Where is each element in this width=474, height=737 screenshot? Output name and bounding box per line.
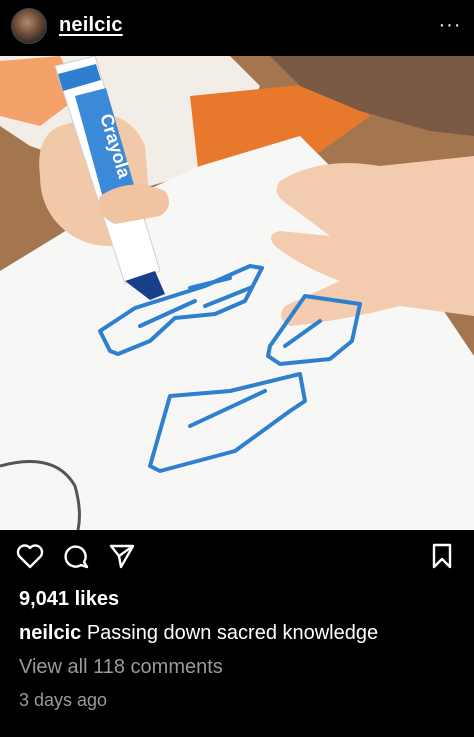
username[interactable]: neilcic (59, 14, 123, 37)
send-icon[interactable] (106, 540, 138, 572)
comment-icon[interactable] (60, 540, 92, 572)
heart-icon[interactable] (14, 540, 46, 572)
caption: neilcic Passing down sacred knowledge (19, 622, 378, 645)
more-icon[interactable]: ··· (436, 10, 464, 40)
caption-username[interactable]: neilcic (19, 622, 81, 644)
post-photo[interactable]: Crayola (0, 56, 474, 530)
bookmark-icon[interactable] (426, 540, 458, 572)
photo-illustration: Crayola (0, 56, 474, 530)
action-bar (0, 540, 474, 574)
post-header: neilcic ··· (0, 0, 474, 56)
caption-text: Passing down sacred knowledge (86, 622, 379, 644)
avatar[interactable] (11, 8, 47, 44)
post-timestamp: 3 days ago (19, 690, 108, 710)
view-comments-link[interactable]: View all 118 comments (19, 656, 223, 679)
likes-count[interactable]: 9,041 likes (19, 588, 119, 611)
